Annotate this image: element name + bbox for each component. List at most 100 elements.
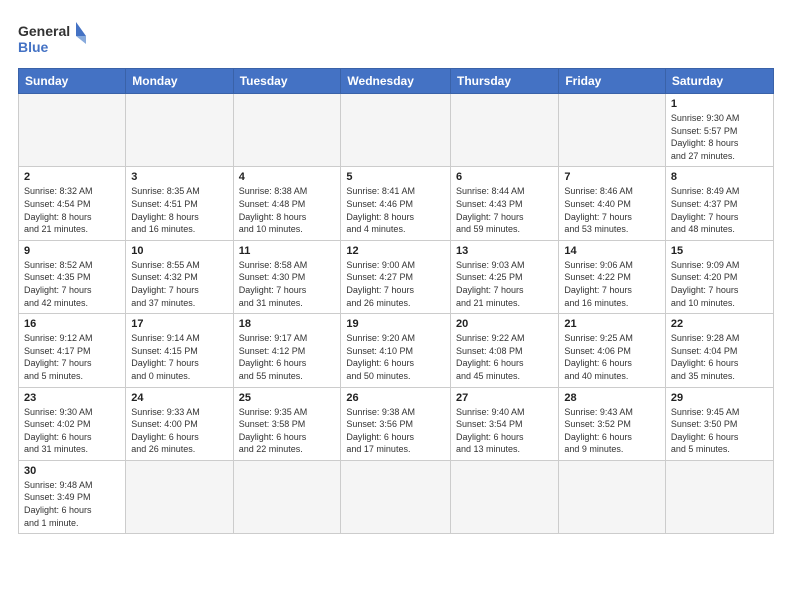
week-row-5: 23Sunrise: 9:30 AMSunset: 4:02 PMDayligh… [19, 387, 774, 460]
day-number: 3 [131, 171, 227, 183]
calendar-cell: 12 Sunrise: 9:00 AMSunset: 4:27 PMDayligh… [341, 240, 451, 313]
calendar-cell: 16 Sunrise: 9:12 AMSunset: 4:17 PMDayligh… [19, 314, 126, 387]
day-info: Sunrise: 8:49 AMSunset: 4:37 PMDaylight:… [671, 185, 768, 235]
calendar-cell [341, 460, 451, 533]
day-info: Sunrise: 9:12 AMSunset: 4:17 PMDaylight:… [24, 332, 120, 382]
day-number: 27 [456, 392, 553, 404]
day-number: 10 [131, 245, 227, 257]
calendar-cell: 23Sunrise: 9:30 AMSunset: 4:02 PMDayligh… [19, 387, 126, 460]
day-number: 16 [24, 318, 120, 330]
week-row-3: 9 Sunrise: 8:52 AMSunset: 4:35 PMDaylight… [19, 240, 774, 313]
day-info: Sunrise: 9:45 AMSunset: 3:50 PMDaylight:… [671, 406, 768, 456]
day-info: Sunrise: 8:35 AMSunset: 4:51 PMDaylight:… [131, 185, 227, 235]
day-number: 5 [346, 171, 445, 183]
day-number: 9 [24, 245, 120, 257]
day-info: Sunrise: 9:48 AMSunset: 3:49 PMDaylight:… [24, 479, 120, 529]
calendar-cell: 5 Sunrise: 8:41 AMSunset: 4:46 PMDaylight… [341, 167, 451, 240]
day-info: Sunrise: 9:43 AMSunset: 3:52 PMDaylight:… [564, 406, 660, 456]
weekday-header-wednesday: Wednesday [341, 69, 451, 94]
day-number: 24 [131, 392, 227, 404]
day-info: Sunrise: 9:22 AMSunset: 4:08 PMDaylight:… [456, 332, 553, 382]
calendar-cell [559, 94, 666, 167]
day-info: Sunrise: 8:46 AMSunset: 4:40 PMDaylight:… [564, 185, 660, 235]
day-info: Sunrise: 8:52 AMSunset: 4:35 PMDaylight:… [24, 259, 120, 309]
week-row-2: 2 Sunrise: 8:32 AMSunset: 4:54 PMDaylight… [19, 167, 774, 240]
day-info: Sunrise: 8:44 AMSunset: 4:43 PMDaylight:… [456, 185, 553, 235]
calendar-cell: 9 Sunrise: 8:52 AMSunset: 4:35 PMDaylight… [19, 240, 126, 313]
calendar-cell: 24 Sunrise: 9:33 AMSunset: 4:00 PMDayligh… [126, 387, 233, 460]
weekday-header-row: SundayMondayTuesdayWednesdayThursdayFrid… [19, 69, 774, 94]
calendar-cell: 3 Sunrise: 8:35 AMSunset: 4:51 PMDaylight… [126, 167, 233, 240]
day-number: 22 [671, 318, 768, 330]
weekday-header-monday: Monday [126, 69, 233, 94]
day-info: Sunrise: 8:32 AMSunset: 4:54 PMDaylight:… [24, 185, 120, 235]
day-number: 20 [456, 318, 553, 330]
day-number: 12 [346, 245, 445, 257]
day-number: 4 [239, 171, 336, 183]
day-number: 28 [564, 392, 660, 404]
day-info: Sunrise: 9:17 AMSunset: 4:12 PMDaylight:… [239, 332, 336, 382]
weekday-header-saturday: Saturday [665, 69, 773, 94]
calendar-cell [126, 94, 233, 167]
day-number: 26 [346, 392, 445, 404]
calendar-cell: 10Sunrise: 8:55 AMSunset: 4:32 PMDayligh… [126, 240, 233, 313]
weekday-header-friday: Friday [559, 69, 666, 94]
calendar-cell: 6 Sunrise: 8:44 AMSunset: 4:43 PMDaylight… [451, 167, 559, 240]
page-header: General Blue [18, 18, 774, 58]
day-number: 14 [564, 245, 660, 257]
day-number: 21 [564, 318, 660, 330]
calendar-cell: 15Sunrise: 9:09 AMSunset: 4:20 PMDayligh… [665, 240, 773, 313]
day-info: Sunrise: 9:20 AMSunset: 4:10 PMDaylight:… [346, 332, 445, 382]
calendar-cell: 30 Sunrise: 9:48 AMSunset: 3:49 PMDayligh… [19, 460, 126, 533]
calendar-cell [233, 94, 341, 167]
day-info: Sunrise: 9:06 AMSunset: 4:22 PMDaylight:… [564, 259, 660, 309]
day-info: Sunrise: 8:58 AMSunset: 4:30 PMDaylight:… [239, 259, 336, 309]
day-info: Sunrise: 9:33 AMSunset: 4:00 PMDaylight:… [131, 406, 227, 456]
calendar-table: SundayMondayTuesdayWednesdayThursdayFrid… [18, 68, 774, 534]
week-row-6: 30 Sunrise: 9:48 AMSunset: 3:49 PMDayligh… [19, 460, 774, 533]
calendar-cell: 7Sunrise: 8:46 AMSunset: 4:40 PMDaylight… [559, 167, 666, 240]
calendar-cell [451, 94, 559, 167]
calendar-cell: 4Sunrise: 8:38 AMSunset: 4:48 PMDaylight… [233, 167, 341, 240]
calendar-cell: 22Sunrise: 9:28 AMSunset: 4:04 PMDayligh… [665, 314, 773, 387]
calendar-cell: 14 Sunrise: 9:06 AMSunset: 4:22 PMDayligh… [559, 240, 666, 313]
day-info: Sunrise: 9:30 AMSunset: 5:57 PMDaylight:… [671, 112, 768, 162]
logo: General Blue [18, 18, 88, 58]
calendar-cell: 17Sunrise: 9:14 AMSunset: 4:15 PMDayligh… [126, 314, 233, 387]
calendar-cell [665, 460, 773, 533]
day-number: 2 [24, 171, 120, 183]
calendar-cell [233, 460, 341, 533]
calendar-cell: 25Sunrise: 9:35 AMSunset: 3:58 PMDayligh… [233, 387, 341, 460]
day-info: Sunrise: 9:25 AMSunset: 4:06 PMDaylight:… [564, 332, 660, 382]
calendar-cell: 19Sunrise: 9:20 AMSunset: 4:10 PMDayligh… [341, 314, 451, 387]
day-info: Sunrise: 9:03 AMSunset: 4:25 PMDaylight:… [456, 259, 553, 309]
calendar-cell [341, 94, 451, 167]
day-number: 18 [239, 318, 336, 330]
day-number: 17 [131, 318, 227, 330]
week-row-4: 16 Sunrise: 9:12 AMSunset: 4:17 PMDayligh… [19, 314, 774, 387]
weekday-header-tuesday: Tuesday [233, 69, 341, 94]
day-number: 30 [24, 465, 120, 477]
weekday-header-sunday: Sunday [19, 69, 126, 94]
day-info: Sunrise: 9:00 AMSunset: 4:27 PMDaylight:… [346, 259, 445, 309]
calendar-cell: 8 Sunrise: 8:49 AMSunset: 4:37 PMDaylight… [665, 167, 773, 240]
calendar-cell [126, 460, 233, 533]
calendar-cell: 29Sunrise: 9:45 AMSunset: 3:50 PMDayligh… [665, 387, 773, 460]
day-number: 1 [671, 98, 768, 110]
day-number: 11 [239, 245, 336, 257]
calendar-cell: 11 Sunrise: 8:58 AMSunset: 4:30 PMDayligh… [233, 240, 341, 313]
day-number: 13 [456, 245, 553, 257]
svg-text:Blue: Blue [18, 39, 49, 55]
day-info: Sunrise: 9:38 AMSunset: 3:56 PMDaylight:… [346, 406, 445, 456]
day-info: Sunrise: 9:09 AMSunset: 4:20 PMDaylight:… [671, 259, 768, 309]
calendar-cell: 28 Sunrise: 9:43 AMSunset: 3:52 PMDayligh… [559, 387, 666, 460]
calendar-cell: 18 Sunrise: 9:17 AMSunset: 4:12 PMDayligh… [233, 314, 341, 387]
logo-svg: General Blue [18, 18, 88, 58]
day-info: Sunrise: 8:41 AMSunset: 4:46 PMDaylight:… [346, 185, 445, 235]
day-number: 6 [456, 171, 553, 183]
day-info: Sunrise: 9:35 AMSunset: 3:58 PMDaylight:… [239, 406, 336, 456]
day-number: 8 [671, 171, 768, 183]
calendar-cell: 27Sunrise: 9:40 AMSunset: 3:54 PMDayligh… [451, 387, 559, 460]
calendar-cell: 2 Sunrise: 8:32 AMSunset: 4:54 PMDaylight… [19, 167, 126, 240]
calendar-cell: 1 Sunrise: 9:30 AMSunset: 5:57 PMDaylight… [665, 94, 773, 167]
